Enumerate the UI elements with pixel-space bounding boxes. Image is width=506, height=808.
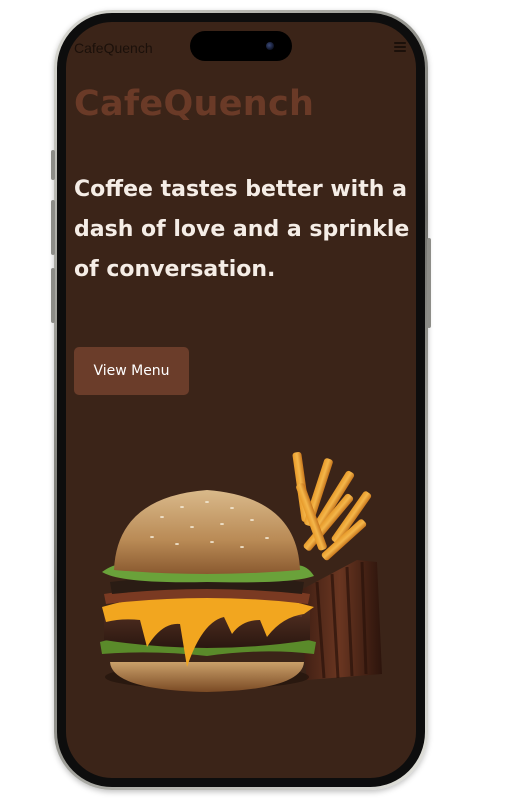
volume-down-button	[51, 268, 55, 323]
phone-screen: CafeQuench CafeQuench Coffee tastes bett…	[66, 22, 416, 778]
hero-tagline: Coffee tastes better with a dash of love…	[74, 177, 410, 282]
front-camera-icon	[266, 42, 274, 50]
burger-icon	[100, 490, 316, 692]
volume-up-button	[51, 200, 55, 255]
hamburger-menu-icon[interactable]	[394, 42, 406, 52]
power-button	[427, 238, 431, 328]
hero-logo: CafeQuench	[74, 84, 315, 124]
navbar-brand[interactable]: CafeQuench	[74, 40, 153, 56]
action-button	[51, 150, 55, 180]
burger-fries-image	[100, 452, 382, 692]
dynamic-island	[190, 31, 292, 61]
view-menu-button[interactable]: View Menu	[74, 347, 189, 395]
